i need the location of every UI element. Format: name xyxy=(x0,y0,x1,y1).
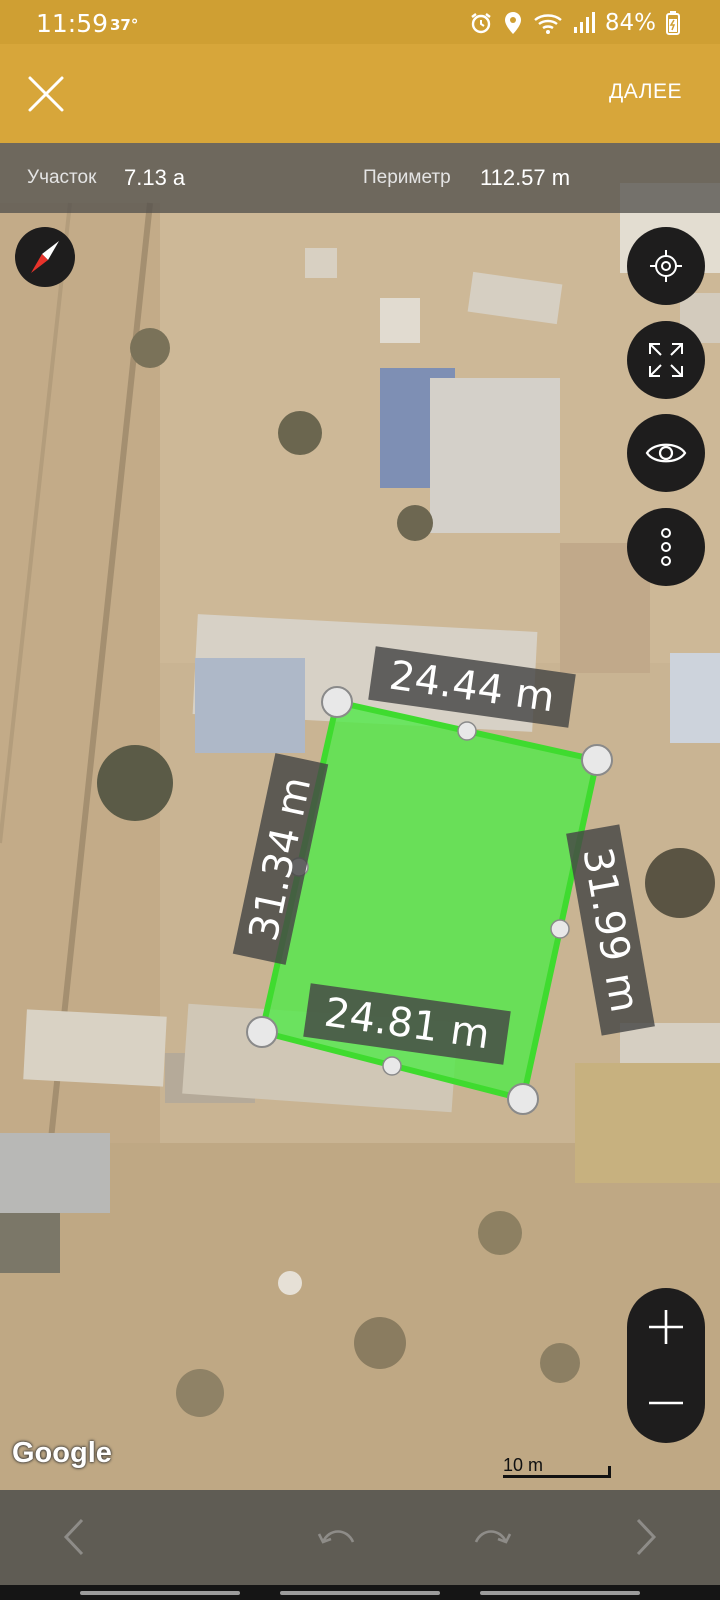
fit-to-screen-button[interactable] xyxy=(627,321,705,399)
visibility-button[interactable] xyxy=(627,414,705,492)
midpoint-handle-bottom[interactable] xyxy=(382,1056,402,1076)
more-options-button[interactable] xyxy=(627,508,705,586)
next-step-button[interactable] xyxy=(622,1514,668,1560)
info-bar: Участок 7.13 а Периметр 112.57 m xyxy=(0,143,720,213)
plot-overlay xyxy=(246,686,613,1115)
next-button[interactable]: ДАЛЕЕ xyxy=(609,80,682,104)
redo-icon xyxy=(474,1530,512,1544)
close-button[interactable] xyxy=(24,72,68,116)
app-bar: ДАЛЕЕ xyxy=(0,44,720,143)
more-vert-icon xyxy=(661,528,671,566)
undo-icon xyxy=(317,1530,355,1544)
vertex-handle-top-left[interactable] xyxy=(321,686,353,718)
nav-home-indicator[interactable] xyxy=(280,1591,440,1595)
zoom-out-button[interactable] xyxy=(627,1366,705,1443)
previous-button[interactable] xyxy=(52,1514,98,1560)
perimeter-value: 112.57 m xyxy=(480,165,571,190)
close-icon xyxy=(28,76,64,112)
scale-tick xyxy=(608,1466,611,1478)
my-location-button[interactable] xyxy=(627,227,705,305)
vertex-handle-bottom-left[interactable] xyxy=(246,1016,278,1048)
vertex-handle-top-right[interactable] xyxy=(581,744,613,776)
bottom-toolbar xyxy=(0,1490,720,1585)
nav-recents-indicator[interactable] xyxy=(80,1591,240,1595)
scale-label: 10 m xyxy=(503,1455,544,1475)
compass-button[interactable] xyxy=(15,227,75,287)
nav-back-indicator[interactable] xyxy=(480,1591,640,1595)
wifi-icon xyxy=(533,11,563,35)
system-nav-bar xyxy=(0,1585,720,1600)
undo-button[interactable] xyxy=(315,1514,361,1560)
status-temperature: 37° xyxy=(110,16,139,34)
signal-icon xyxy=(573,11,595,35)
zoom-in-button[interactable] xyxy=(627,1288,705,1365)
battery-charging-icon xyxy=(666,11,680,35)
compass-icon xyxy=(31,241,59,273)
area-value: 7.13 а xyxy=(124,165,186,190)
chevron-left-icon xyxy=(63,1518,84,1556)
zoom-controls xyxy=(627,1288,705,1443)
crosshair-icon xyxy=(650,250,682,282)
google-logo: Google xyxy=(12,1437,112,1469)
area-label: Участок xyxy=(27,167,97,188)
midpoint-handle-right[interactable] xyxy=(550,919,570,939)
redo-button[interactable] xyxy=(468,1514,514,1560)
alarm-icon xyxy=(469,11,493,35)
perimeter-label: Периметр xyxy=(363,167,451,188)
battery-percent: 84% xyxy=(604,10,656,36)
map-scale: 10 m xyxy=(503,1455,611,1480)
location-icon xyxy=(503,11,523,35)
status-icons: 84% xyxy=(469,10,680,36)
expand-icon xyxy=(649,343,683,377)
minus-icon xyxy=(649,1401,683,1405)
chevron-right-icon xyxy=(636,1518,657,1556)
status-time: 11:59 xyxy=(36,9,109,38)
scale-line xyxy=(503,1475,611,1478)
vertex-handle-bottom-right[interactable] xyxy=(507,1083,539,1115)
plus-icon xyxy=(649,1310,683,1344)
midpoint-handle-top[interactable] xyxy=(457,721,477,741)
eye-icon xyxy=(645,443,687,463)
status-bar: 11:59 37° 84% xyxy=(0,0,720,44)
